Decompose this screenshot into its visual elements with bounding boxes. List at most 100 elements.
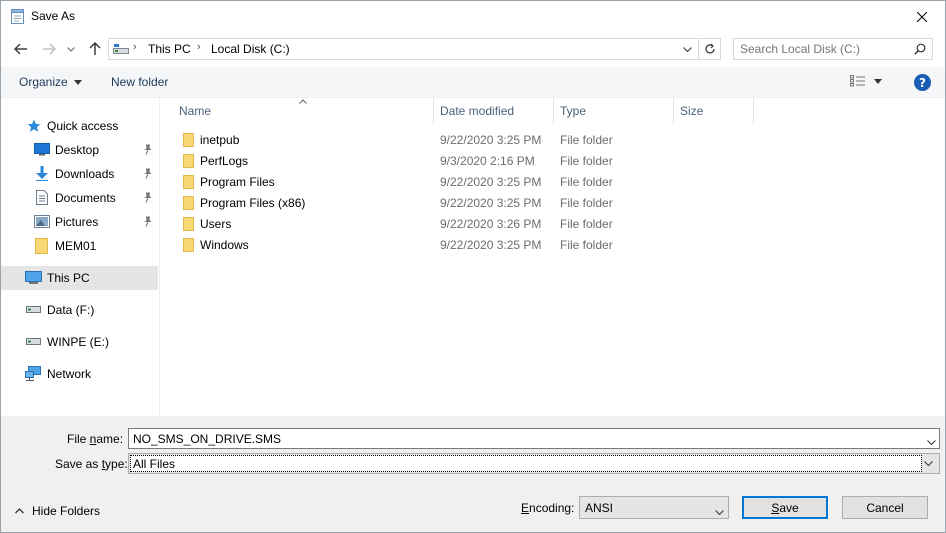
drive-icon xyxy=(26,338,41,345)
close-icon xyxy=(917,11,927,22)
column-header-type[interactable]: Type xyxy=(554,98,673,124)
sidebar-item-pictures[interactable]: Pictures xyxy=(1,210,158,234)
pictures-icon xyxy=(34,215,50,228)
hide-folders-button[interactable]: Hide Folders xyxy=(15,504,100,518)
file-type: File folder xyxy=(560,133,613,147)
table-row[interactable]: Program Files 9/22/2020 3:25 PM File fol… xyxy=(177,171,637,192)
details-view-icon xyxy=(850,75,865,87)
encoding-value: ANSI xyxy=(585,501,614,515)
chevron-down-icon[interactable] xyxy=(920,454,937,473)
chevron-down-icon xyxy=(67,46,75,52)
sidebar-item-label: Downloads xyxy=(55,167,115,181)
sidebar-item-downloads[interactable]: Downloads xyxy=(1,162,158,186)
sidebar-item-desktop[interactable]: Desktop xyxy=(1,138,158,162)
pin-icon[interactable] xyxy=(143,216,153,230)
organize-label: Organize xyxy=(19,75,68,89)
file-name: Users xyxy=(200,217,232,231)
forward-button[interactable] xyxy=(39,40,59,58)
download-icon xyxy=(35,166,49,181)
file-type: File folder xyxy=(560,154,613,168)
sidebar-item-mem01[interactable]: MEM01 xyxy=(1,234,158,258)
column-header-size[interactable]: Size xyxy=(674,98,753,124)
file-type: File folder xyxy=(560,196,613,210)
pin-icon[interactable] xyxy=(143,168,153,182)
organize-button[interactable]: Organize xyxy=(19,75,83,89)
sidebar-item-label: Quick access xyxy=(47,119,119,133)
breadcrumb-local-disk[interactable]: Local Disk (C:) xyxy=(211,42,290,56)
folder-icon xyxy=(183,196,194,213)
file-name: Windows xyxy=(200,238,249,252)
file-type: File folder xyxy=(560,217,613,231)
table-row[interactable]: Windows 9/22/2020 3:25 PM File folder xyxy=(177,234,637,255)
search-input[interactable] xyxy=(734,39,909,59)
breadcrumb-chevron-icon: › xyxy=(197,41,201,53)
drive-icon xyxy=(26,306,41,313)
sidebar-item-network[interactable]: Network xyxy=(1,362,158,386)
folder-icon xyxy=(183,238,194,255)
folder-icon xyxy=(183,154,194,171)
sidebar-item-label: WINPE (E:) xyxy=(47,335,109,349)
breadcrumb-this-pc[interactable]: This PC xyxy=(148,42,191,56)
address-bar[interactable]: › This PC › Local Disk (C:) xyxy=(108,38,699,60)
file-name: Program Files (x86) xyxy=(200,196,306,210)
column-header-name[interactable]: Name xyxy=(173,98,433,124)
pin-icon[interactable] xyxy=(143,144,153,158)
column-separator[interactable] xyxy=(753,98,754,124)
file-name: PerfLogs xyxy=(200,154,249,168)
save-as-type-select[interactable]: All Files xyxy=(128,453,940,474)
close-button[interactable] xyxy=(899,1,945,32)
pane-divider[interactable] xyxy=(159,98,160,416)
chevron-down-icon xyxy=(682,46,692,52)
chevron-down-icon xyxy=(715,504,724,518)
help-icon: ? xyxy=(919,75,926,90)
sidebar-item-quick-access[interactable]: Quick access xyxy=(1,114,158,138)
file-name-input[interactable] xyxy=(129,429,919,448)
new-folder-button[interactable]: New folder xyxy=(111,75,168,89)
address-dropdown-button[interactable] xyxy=(679,40,695,58)
file-date: 9/22/2020 3:25 PM xyxy=(440,175,542,189)
table-row[interactable]: Program Files (x86) 9/22/2020 3:25 PM Fi… xyxy=(177,192,637,213)
help-button[interactable]: ? xyxy=(914,74,931,91)
chevron-up-icon xyxy=(15,508,24,514)
change-view-button[interactable] xyxy=(850,75,882,87)
sidebar-item-label: Desktop xyxy=(55,143,100,157)
table-row[interactable]: inetpub 9/22/2020 3:25 PM File folder xyxy=(177,129,637,150)
search-box[interactable] xyxy=(733,38,933,60)
caret-down-icon xyxy=(874,78,882,84)
save-as-type-label: Save as type: xyxy=(55,457,128,471)
refresh-button[interactable] xyxy=(699,38,721,60)
back-button[interactable] xyxy=(11,40,31,58)
breadcrumb-chevron-icon: › xyxy=(133,41,137,53)
file-name-combobox[interactable] xyxy=(128,428,940,449)
file-type: File folder xyxy=(560,175,613,189)
encoding-select[interactable]: ANSI xyxy=(579,496,729,519)
command-bar: Organize New folder ? xyxy=(1,67,945,98)
sidebar-item-label: This PC xyxy=(47,271,90,285)
file-type: File folder xyxy=(560,238,613,252)
table-row[interactable]: PerfLogs 9/3/2020 2:16 PM File folder xyxy=(177,150,637,171)
chevron-down-icon[interactable] xyxy=(927,434,936,448)
column-header-date-modified[interactable]: Date modified xyxy=(434,98,553,124)
file-date: 9/22/2020 3:25 PM xyxy=(440,238,542,252)
recent-locations-button[interactable] xyxy=(64,40,78,58)
up-button[interactable] xyxy=(85,40,105,58)
pin-icon[interactable] xyxy=(143,192,153,206)
arrow-up-icon xyxy=(89,42,101,55)
title-bar: Save As xyxy=(1,1,945,32)
sidebar-item-data-drive[interactable]: Data (F:) xyxy=(1,298,158,322)
file-list: Name Date modified Type Size inetpub 9/2… xyxy=(161,98,945,416)
save-as-type-value: All Files xyxy=(133,457,176,471)
file-name: inetpub xyxy=(200,133,240,147)
save-options-panel: File name: Save as type: All Files Hide … xyxy=(1,416,945,532)
arrow-left-icon xyxy=(14,43,27,55)
sidebar-item-winpe-drive[interactable]: WINPE (E:) xyxy=(1,330,158,354)
sidebar-item-this-pc[interactable]: This PC xyxy=(1,266,158,290)
cancel-button[interactable]: Cancel xyxy=(842,496,928,519)
file-date: 9/3/2020 2:16 PM xyxy=(440,154,535,168)
table-row[interactable]: Users 9/22/2020 3:26 PM File folder xyxy=(177,213,637,234)
file-name: Program Files xyxy=(200,175,275,189)
sidebar-item-documents[interactable]: Documents xyxy=(1,186,158,210)
file-date: 9/22/2020 3:25 PM xyxy=(440,133,542,147)
star-icon xyxy=(27,119,41,133)
save-button[interactable]: Save xyxy=(742,496,828,519)
